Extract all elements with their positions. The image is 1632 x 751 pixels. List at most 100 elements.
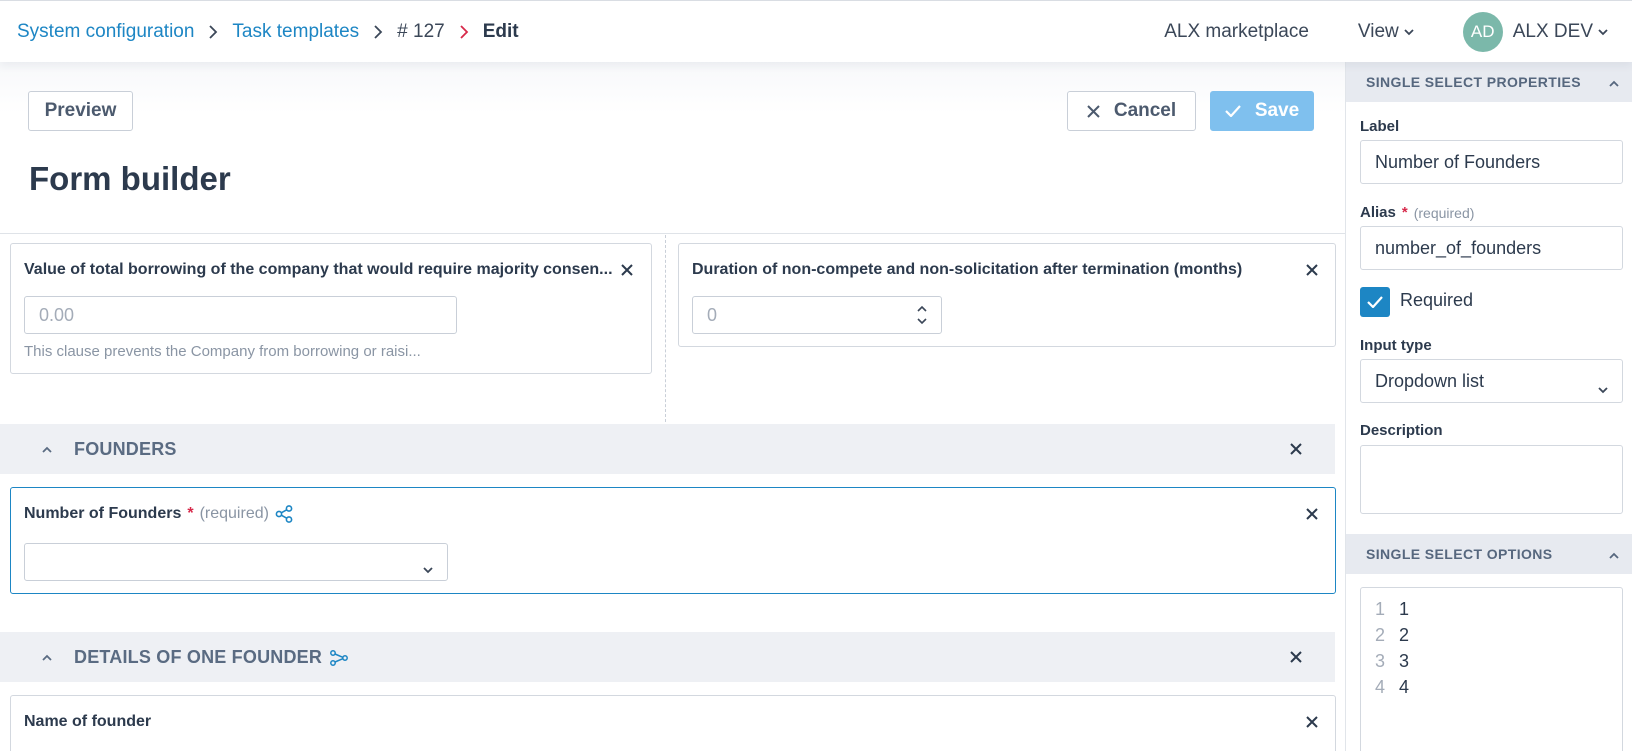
- section-founders[interactable]: FOUNDERS: [0, 424, 1335, 474]
- options-body: 1 1 2 2 3 3 4 4: [1346, 574, 1632, 751]
- chevron-up-icon[interactable]: [1609, 547, 1619, 563]
- noncompete-placeholder: 0: [707, 304, 718, 325]
- required-text: (required): [199, 505, 269, 522]
- top-bar: System configuration Task templates # 12…: [0, 0, 1632, 62]
- description-textarea[interactable]: [1360, 445, 1623, 514]
- marketplace-link[interactable]: ALX marketplace: [1164, 21, 1309, 43]
- alias-input[interactable]: number_of_founders: [1360, 226, 1623, 270]
- description-label: Description: [1360, 422, 1443, 439]
- breadcrumb-system-configuration[interactable]: System configuration: [17, 21, 194, 43]
- remove-field-button[interactable]: [1303, 261, 1321, 279]
- close-icon: [1306, 716, 1318, 728]
- section-title: DETAILS OF ONE FOUNDER: [74, 647, 323, 667]
- breadcrumb-task-templates[interactable]: Task templates: [232, 21, 359, 43]
- breadcrumb-current: Edit: [482, 21, 519, 42]
- required-text: (required): [1413, 204, 1475, 221]
- borrowing-input[interactable]: 0.00: [24, 296, 457, 334]
- save-button[interactable]: Save: [1210, 91, 1314, 131]
- option-line-number: 4: [1375, 677, 1386, 697]
- cancel-button[interactable]: Cancel: [1067, 91, 1196, 131]
- required-checkbox-label: Required: [1400, 290, 1474, 310]
- field-label: Name of founder: [24, 713, 152, 730]
- option-value: 3: [1399, 651, 1410, 671]
- option-value: 2: [1399, 625, 1410, 645]
- input-type-value: Dropdown list: [1375, 370, 1485, 391]
- preview-button[interactable]: Preview: [28, 91, 133, 131]
- toolbar: Preview Cancel Save Form builder: [0, 62, 1345, 234]
- required-star: *: [187, 505, 194, 522]
- chevron-up-icon[interactable]: [42, 441, 52, 459]
- column-divider: [665, 235, 666, 422]
- breadcrumb: System configuration Task templates # 12…: [17, 21, 519, 43]
- field-label: Duration of non-compete and non-solicita…: [692, 261, 1243, 278]
- properties-title: SINGLE SELECT PROPERTIES: [1366, 74, 1581, 90]
- page-title: Form builder: [29, 160, 231, 197]
- check-icon: [1225, 105, 1241, 117]
- repeat-branch-icon[interactable]: [330, 649, 349, 666]
- cancel-label: Cancel: [1113, 100, 1177, 121]
- label-input[interactable]: Number of Founders: [1360, 140, 1623, 184]
- noncompete-number-input[interactable]: 0: [692, 296, 942, 334]
- option-row: 4 4: [1375, 677, 1409, 698]
- close-icon: [1290, 443, 1302, 455]
- close-icon: [621, 264, 633, 276]
- properties-body: Label Number of Founders Alias * (requir…: [1346, 102, 1632, 534]
- field-card-name-of-founder[interactable]: Name of founder: [10, 695, 1336, 751]
- option-value: 1: [1399, 599, 1410, 619]
- remove-field-button[interactable]: [1303, 713, 1321, 731]
- share-icon[interactable]: [275, 505, 293, 523]
- preview-label: Preview: [44, 100, 117, 121]
- properties-section-header[interactable]: SINGLE SELECT PROPERTIES: [1346, 62, 1632, 102]
- field-description: This clause prevents the Company from bo…: [24, 343, 421, 360]
- remove-field-button[interactable]: [1303, 505, 1321, 523]
- chevron-down-icon: [1404, 28, 1414, 36]
- chevron-up-icon[interactable]: [1609, 75, 1619, 91]
- remove-section-button[interactable]: [1287, 440, 1305, 458]
- alias-label-row: Alias * (required): [1360, 204, 1474, 221]
- required-checkbox[interactable]: [1360, 287, 1390, 317]
- option-row: 1 1: [1375, 599, 1409, 620]
- option-row: 3 3: [1375, 651, 1409, 672]
- close-icon: [1087, 104, 1100, 118]
- required-star: *: [1401, 204, 1408, 221]
- section-title: FOUNDERS: [74, 439, 177, 459]
- chevron-right-icon: [373, 25, 383, 39]
- close-icon: [1306, 264, 1318, 276]
- form-builder-canvas: Preview Cancel Save Form builder Value o…: [0, 62, 1345, 751]
- field-label: Value of total borrowing of the company …: [24, 261, 613, 278]
- options-title: SINGLE SELECT OPTIONS: [1366, 546, 1553, 562]
- section-details-of-one-founder[interactable]: DETAILS OF ONE FOUNDER: [0, 632, 1335, 682]
- option-line-number: 2: [1375, 625, 1386, 645]
- view-label: View: [1357, 21, 1399, 42]
- chevron-right-icon: [459, 25, 469, 39]
- chevron-up-icon[interactable]: [42, 649, 52, 667]
- options-editor[interactable]: 1 1 2 2 3 3 4 4: [1360, 587, 1623, 751]
- chevron-right-icon: [208, 25, 218, 39]
- number-stepper-icon[interactable]: [917, 303, 927, 332]
- properties-panel: SINGLE SELECT PROPERTIES Label Number of…: [1345, 62, 1632, 751]
- view-menu[interactable]: View: [1358, 21, 1414, 43]
- field-card-noncompete[interactable]: Duration of non-compete and non-solicita…: [678, 243, 1336, 347]
- chevron-down-icon: [1598, 28, 1608, 36]
- user-name: ALX DEV: [1512, 21, 1593, 42]
- remove-field-button[interactable]: [618, 261, 636, 279]
- close-icon: [1306, 508, 1318, 520]
- remove-section-button[interactable]: [1287, 648, 1305, 666]
- chevron-down-icon: [423, 558, 433, 579]
- field-card-number-of-founders[interactable]: Number of Founders * (required): [10, 487, 1336, 594]
- avatar: AD: [1462, 12, 1503, 52]
- field-card-borrowing[interactable]: Value of total borrowing of the company …: [10, 243, 652, 374]
- field-label-row: Number of Founders * (required): [24, 505, 293, 523]
- input-type-select[interactable]: Dropdown list: [1360, 359, 1623, 403]
- alias-field-label: Alias: [1360, 204, 1396, 221]
- user-menu[interactable]: AD ALX DEV: [1462, 12, 1608, 52]
- breadcrumb-template-id[interactable]: # 127: [397, 21, 445, 43]
- save-label: Save: [1254, 100, 1300, 121]
- chevron-down-icon: [1598, 378, 1608, 399]
- field-label: Number of Founders: [24, 505, 182, 522]
- option-row: 2 2: [1375, 625, 1409, 646]
- options-section-header[interactable]: SINGLE SELECT OPTIONS: [1346, 534, 1632, 574]
- number-of-founders-select[interactable]: [24, 543, 448, 581]
- option-value: 4: [1399, 677, 1410, 697]
- check-icon: [1367, 296, 1383, 308]
